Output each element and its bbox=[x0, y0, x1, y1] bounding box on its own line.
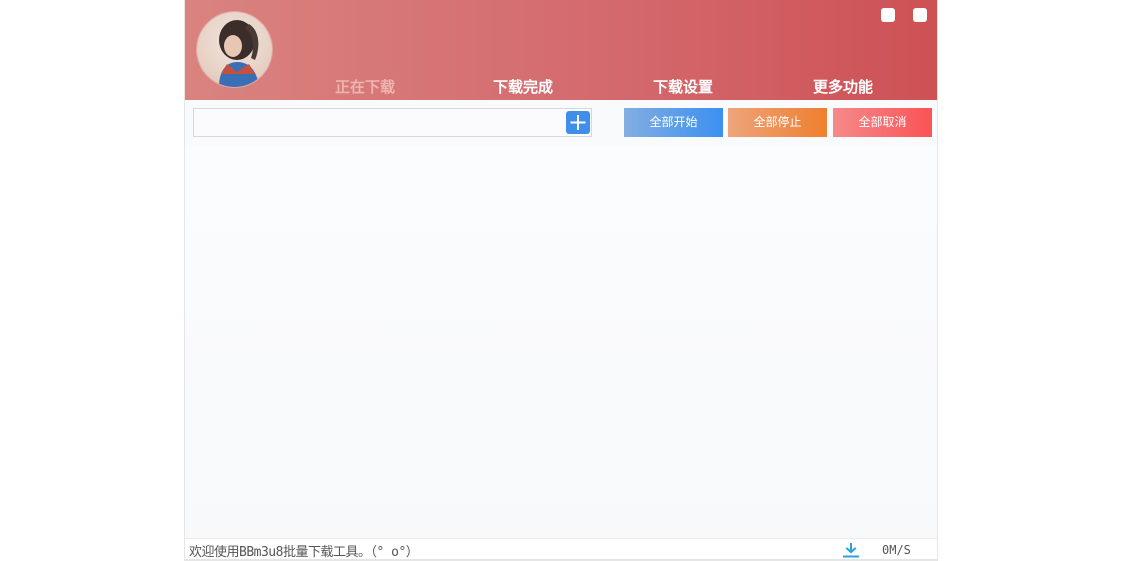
tab-more-features[interactable]: 更多功能 bbox=[813, 76, 873, 97]
avatar-portrait-icon bbox=[219, 20, 259, 87]
app-window: 正在下载 下载完成 下载设置 更多功能 全部开始 全部停止 全部取消 欢迎使用B… bbox=[184, 0, 938, 561]
stop-all-button[interactable]: 全部停止 bbox=[728, 108, 827, 137]
download-list[interactable] bbox=[185, 145, 937, 538]
tab-downloading[interactable]: 正在下载 bbox=[335, 76, 395, 97]
url-input-box bbox=[193, 108, 592, 137]
minimize-button[interactable] bbox=[881, 8, 895, 22]
status-message: 欢迎使用BBm3u8批量下载工具。（° o°） bbox=[189, 545, 419, 560]
url-input[interactable] bbox=[194, 109, 564, 136]
tab-settings[interactable]: 下载设置 bbox=[653, 76, 713, 97]
add-task-button[interactable] bbox=[566, 111, 590, 134]
header-bar: 正在下载 下载完成 下载设置 更多功能 bbox=[185, 0, 937, 100]
user-avatar[interactable] bbox=[197, 12, 272, 87]
download-icon[interactable] bbox=[842, 542, 860, 558]
start-all-button[interactable]: 全部开始 bbox=[624, 108, 723, 137]
cancel-all-button[interactable]: 全部取消 bbox=[833, 108, 932, 137]
status-bar: 欢迎使用BBm3u8批量下载工具。（° o°） 0M/S bbox=[185, 538, 937, 560]
close-button[interactable] bbox=[913, 8, 927, 22]
download-speed: 0M/S bbox=[882, 543, 911, 557]
tab-completed[interactable]: 下载完成 bbox=[493, 76, 553, 97]
plus-icon bbox=[570, 115, 586, 130]
